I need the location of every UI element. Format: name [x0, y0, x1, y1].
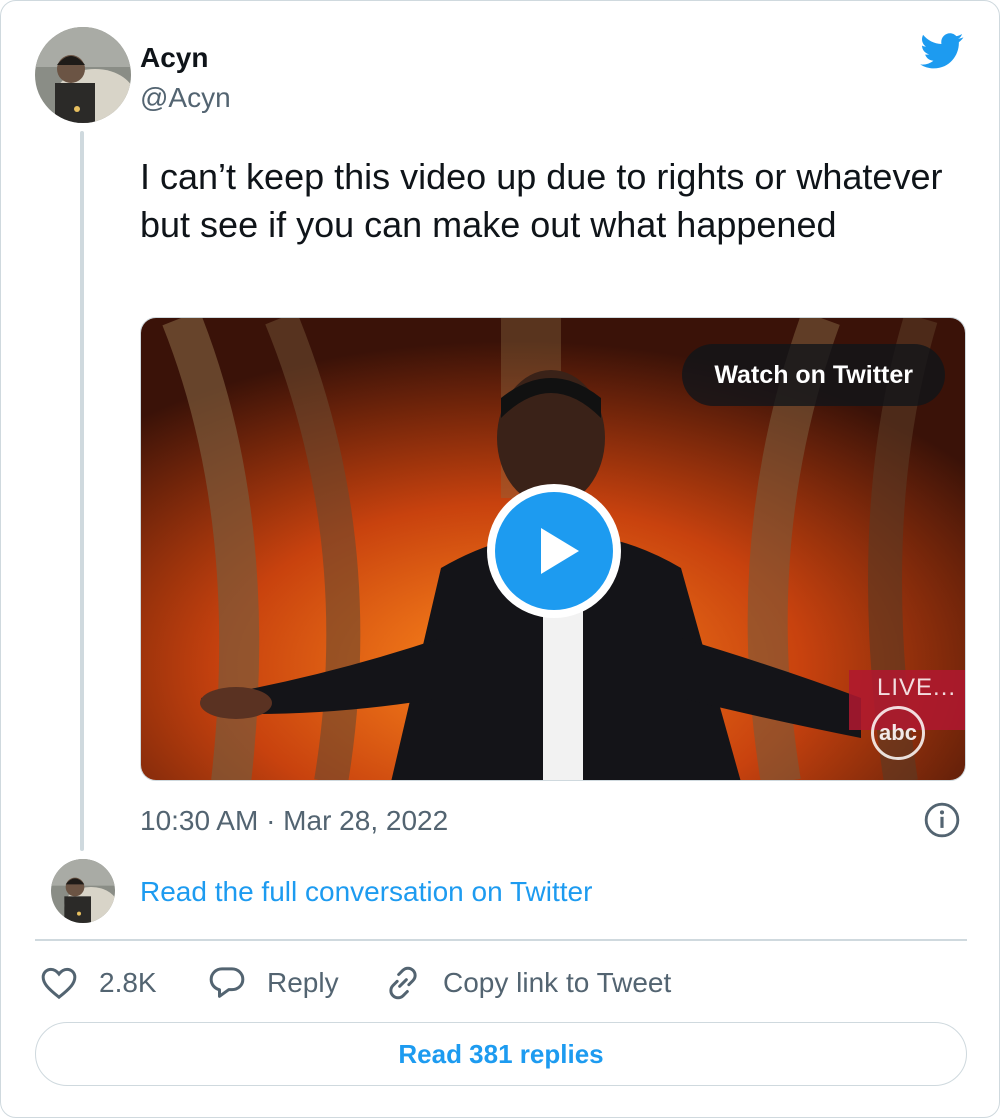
tweet-timestamp[interactable]: 10:30 AM · Mar 28, 2022: [140, 804, 448, 838]
thread-line: [80, 131, 84, 851]
speech-bubble-icon: [209, 967, 245, 998]
author-avatar[interactable]: [35, 27, 131, 123]
copy-link-label: Copy link to Tweet: [443, 967, 672, 998]
network-logo: abc: [871, 706, 925, 760]
divider: [35, 939, 967, 941]
play-icon: [541, 528, 579, 574]
conversation-avatar[interactable]: [51, 859, 115, 923]
author-name[interactable]: Acyn: [140, 41, 208, 75]
twitter-bird-icon[interactable]: [917, 29, 967, 73]
watch-on-twitter-button[interactable]: Watch on Twitter: [682, 344, 945, 406]
like-count: 2.8K: [99, 967, 157, 998]
info-icon[interactable]: [923, 801, 961, 839]
copy-link-button[interactable]: Copy link to Tweet: [383, 961, 671, 1005]
video-media[interactable]: Watch on Twitter LIVE... abc: [140, 317, 966, 781]
read-full-conversation-link[interactable]: Read the full conversation on Twitter: [140, 875, 592, 909]
live-overlay-text: LIVE...: [877, 674, 957, 701]
author-handle[interactable]: @Acyn: [140, 81, 231, 115]
reply-label: Reply: [267, 967, 339, 998]
like-button[interactable]: 2.8K: [39, 961, 157, 1005]
link-icon: [389, 966, 417, 1000]
heart-icon: [41, 967, 77, 1000]
reply-button[interactable]: Reply: [207, 961, 339, 1005]
tweet-text: I can’t keep this video up due to rights…: [140, 156, 943, 245]
read-replies-button[interactable]: Read 381 replies: [35, 1022, 967, 1086]
play-button[interactable]: [487, 484, 621, 618]
embedded-tweet-card: Acyn @Acyn I can’t keep this video up du…: [0, 0, 1000, 1118]
